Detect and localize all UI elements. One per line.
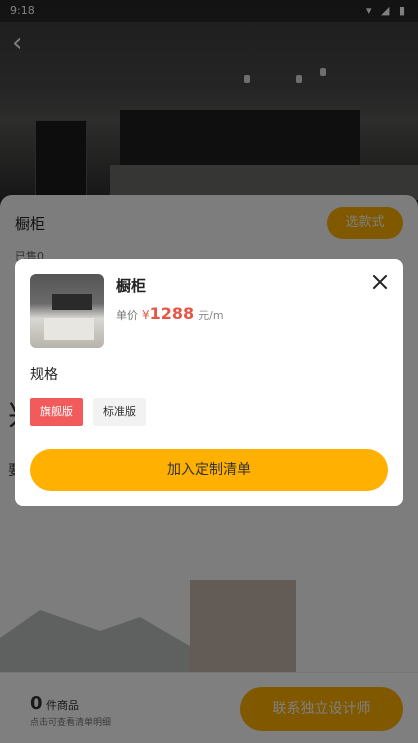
- add-to-list-button[interactable]: 加入定制清单: [30, 449, 388, 491]
- price-row: 单价 ¥1288 元/m: [116, 304, 224, 323]
- product-thumbnail: [30, 274, 104, 348]
- spec-option-flagship[interactable]: 旗舰版: [30, 398, 83, 426]
- spec-option-standard[interactable]: 标准版: [93, 398, 146, 426]
- thumb-island: [44, 318, 94, 340]
- close-icon[interactable]: [371, 273, 389, 291]
- spec-label: 规格: [30, 367, 58, 383]
- price-label: 单价: [116, 309, 138, 322]
- thumb-shelf: [52, 294, 92, 310]
- price-unit: 元/m: [198, 309, 224, 322]
- price-value: 1288: [149, 304, 195, 323]
- screen: 9:18 ▾ ◢ ▮ ‹ 橱柜 已售0 选款式 兴 要 0 件商品 点击可查看清…: [0, 0, 418, 743]
- currency-symbol: ¥: [142, 308, 150, 322]
- spec-selection-modal: 橱柜 单价 ¥1288 元/m 规格 旗舰版 标准版 加入定制清单: [15, 259, 403, 506]
- modal-product-name: 橱柜: [116, 277, 147, 295]
